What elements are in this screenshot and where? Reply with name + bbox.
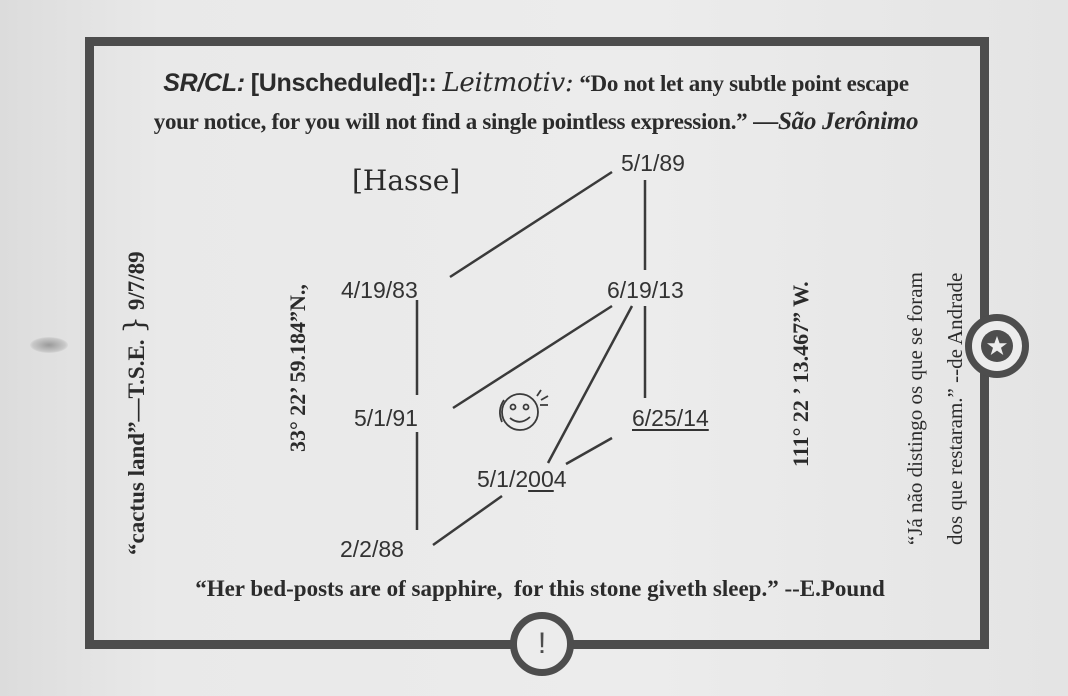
- node-6-19-13: 6/19/13: [607, 277, 684, 303]
- node-5-1-2004-underlined: 00: [528, 466, 554, 492]
- star-badge[interactable]: [965, 314, 1029, 378]
- edge-n3-n4: [452, 304, 613, 410]
- face-doodle-icon: [499, 389, 549, 431]
- node-5-1-2004-part1: 5/1/2: [477, 466, 529, 492]
- star-icon: [981, 330, 1013, 362]
- exclamation-icon: !: [537, 627, 547, 660]
- edge-n5-n6: [565, 436, 613, 466]
- node-5-1-91: 5/1/91: [354, 405, 418, 431]
- footer-quote: “Her bed-posts are of sapphire, for this…: [195, 576, 885, 601]
- exclamation-badge[interactable]: !: [510, 612, 574, 676]
- edge-n3-n6: [546, 305, 634, 464]
- node-4-19-83: 4/19/83: [341, 277, 418, 303]
- node-6-25-14: 6/25/14: [632, 405, 709, 431]
- node-5-1-2004-part3: 4: [553, 466, 567, 492]
- edge-n6-n7: [432, 494, 503, 547]
- edge-n1-n2: [449, 170, 613, 279]
- node-5-1-89: 5/1/89: [621, 150, 685, 176]
- node-2-2-88: 2/2/88: [340, 536, 404, 562]
- node-5-1-2004: 5/1/2004: [477, 466, 567, 493]
